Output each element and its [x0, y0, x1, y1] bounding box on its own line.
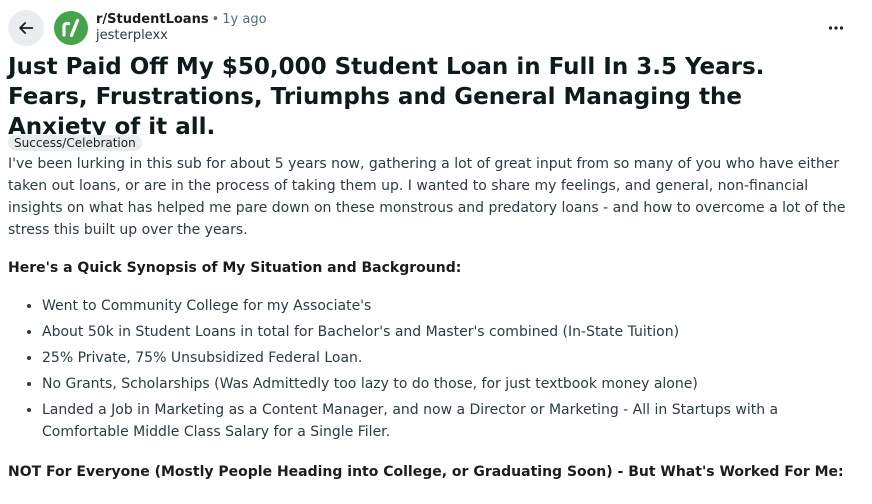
subreddit-line: r/StudentLoans • 1y ago	[96, 12, 267, 28]
arrow-left-icon	[19, 22, 34, 34]
list-item: Landed a Job in Marketing as a Content M…	[42, 399, 858, 443]
synopsis-list: Went to Community College for my Associa…	[8, 295, 858, 443]
post-time: 1y ago	[222, 12, 267, 27]
section-heading: NOT For Everyone (Mostly People Heading …	[8, 464, 844, 480]
post-body: I've been lurking in this sub for about …	[8, 153, 858, 499]
back-button[interactable]	[8, 10, 44, 46]
more-horizontal-icon	[828, 26, 844, 30]
list-item: Went to Community College for my Associa…	[42, 295, 858, 317]
post-intro: I've been lurking in this sub for about …	[8, 156, 846, 238]
meta-separator: •	[211, 12, 220, 27]
post-meta: r/StudentLoans • 1y ago jesterplexx	[96, 12, 267, 44]
list-item: No Grants, Scholarships (Was Admittedly …	[42, 373, 858, 395]
synopsis-heading: Here's a Quick Synopsis of My Situation …	[8, 260, 462, 276]
post-author[interactable]: jesterplexx	[96, 28, 267, 44]
subreddit-logo-icon	[62, 18, 80, 38]
more-options-button[interactable]	[824, 16, 848, 40]
list-item: About 50k in Student Loans in total for …	[42, 321, 858, 343]
post-title: Just Paid Off My $50,000 Student Loan in…	[8, 54, 765, 140]
subreddit-avatar[interactable]	[54, 11, 88, 45]
post-flair[interactable]: Success/Celebration	[8, 135, 142, 151]
post-header: r/StudentLoans • 1y ago jesterplexx	[8, 8, 872, 48]
subreddit-name[interactable]: r/StudentLoans	[96, 12, 209, 27]
list-item: 25% Private, 75% Unsubsidized Federal Lo…	[42, 347, 858, 369]
